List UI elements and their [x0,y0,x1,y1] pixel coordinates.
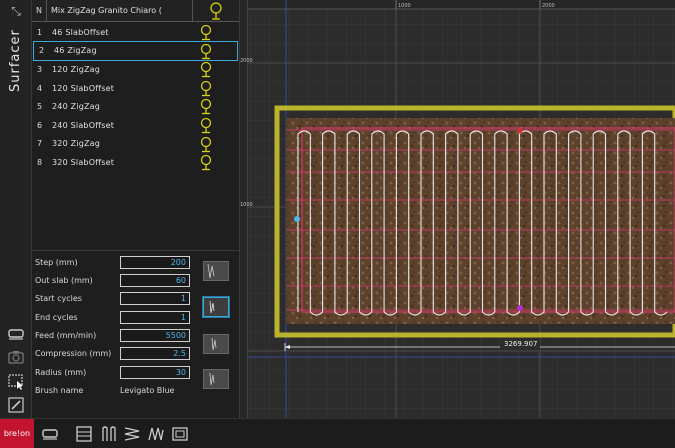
out-slab-field[interactable]: 60 [120,274,190,287]
parameters-panel: Step (mm) 200 Out slab (mm) 60 Start cyc… [32,250,240,418]
radius-field[interactable]: 30 [120,366,190,379]
select-icon[interactable] [6,372,26,390]
row-number: 8 [36,157,43,167]
panel-title: Surfacer [8,29,23,92]
program-row[interactable]: 7 320 ZigZag [32,135,239,154]
row-label: 120 SlabOffset [52,83,115,93]
row-number: 6 [36,120,43,130]
end-cycles-field[interactable]: 1 [120,311,190,324]
row-number: 1 [36,27,43,37]
feed-field[interactable]: 5500 [120,329,190,342]
frame-icon[interactable] [170,424,190,444]
program-row[interactable]: 1 46 SlabOffset [32,23,239,42]
compression-field[interactable]: 2.5 [120,347,190,360]
start-cycles-field[interactable]: 1 [120,292,190,305]
brush-head-icon[interactable] [199,43,213,62]
compression-preview-icon[interactable] [203,334,229,354]
brush-name-label: Brush name [35,386,84,395]
side-toolbar: ⤡ Surfacer [0,0,32,418]
out-slab-label: Out slab (mm) [35,276,93,285]
bottom-toolbar: bre!on [0,418,675,448]
start-marker-icon [294,216,300,222]
ruler-left-label-1000: 1000 [240,202,253,208]
program-list-header: N Mix ZigZag Granito Chiaro ( [32,0,239,22]
brush-head-icon[interactable] [199,24,213,43]
brush-head-icon [193,0,239,21]
row-label: 240 SlabOffset [52,120,115,130]
radius-label: Radius (mm) [35,368,87,377]
mid-marker-icon [517,128,523,134]
row-number: 4 [36,83,43,93]
step-field[interactable]: 200 [120,256,190,269]
zigzag-horizontal-icon[interactable] [122,424,142,444]
parallel-lines-icon[interactable] [74,424,94,444]
brush-head-icon[interactable] [199,136,213,155]
brush-head-icon[interactable] [199,80,213,99]
cycles-preview-icon[interactable] [203,297,229,317]
program-list-panel: N Mix ZigZag Granito Chiaro ( 1 46 SlabOf… [32,0,240,250]
drawing-canvas[interactable]: 1000 2000 3269.907 [248,0,675,418]
end-marker-icon [517,305,523,311]
row-label: 120 ZigZag [52,64,101,74]
canvas-drawing: 1000 2000 3269.907 [248,0,675,418]
end-cycles-label: End cycles [35,313,78,322]
zigzag-vertical-icon[interactable] [146,424,166,444]
row-number: 7 [36,139,43,149]
ruler-left-label-2000: 2000 [240,58,253,64]
roller-icon[interactable] [6,325,26,343]
column-n-header: N [32,0,47,21]
row-number: 2 [38,46,45,56]
program-title: Mix ZigZag Granito Chiaro ( [47,0,194,21]
start-cycles-label: Start cycles [35,294,82,303]
ruler-label-2000: 2000 [542,3,555,9]
row-label: 240 ZigZag [52,102,101,112]
step-preview-icon[interactable] [203,261,229,281]
brush-head-icon[interactable] [199,117,213,136]
feed-label: Feed (mm/min) [35,331,97,340]
brush-head-icon[interactable] [199,61,213,80]
program-row[interactable]: 3 120 ZigZag [32,60,239,79]
row-label: 320 ZigZag [52,139,101,149]
step-label: Step (mm) [35,258,78,267]
row-number: 5 [36,102,43,112]
roller-icon[interactable] [40,424,60,444]
brush-head-icon[interactable] [199,98,213,117]
brush-name-value: Levigato Blue [120,386,175,395]
compression-label: Compression (mm) [35,349,112,358]
brush-head-icon[interactable] [199,154,213,173]
row-number: 3 [36,64,43,74]
vertical-pattern-icon[interactable] [99,424,119,444]
radius-preview-icon[interactable] [203,369,229,389]
program-row[interactable]: 4 120 SlabOffset [32,79,239,98]
program-row[interactable]: 5 240 ZigZag [32,97,239,116]
row-label: 46 ZigZag [54,46,97,56]
ruler-label-1000: 1000 [398,3,411,9]
row-label: 320 SlabOffset [52,157,115,167]
program-row[interactable]: 8 320 SlabOffset [32,153,239,172]
brand-logo: bre!on [0,419,34,448]
program-row[interactable]: 6 240 SlabOffset [32,116,239,135]
program-row[interactable]: 2 46 ZigZag [33,40,238,62]
row-label: 46 SlabOffset [52,27,109,37]
camera-icon[interactable] [6,348,26,366]
edit-icon[interactable] [6,396,26,414]
dimension-label: 3269.907 [504,340,537,348]
